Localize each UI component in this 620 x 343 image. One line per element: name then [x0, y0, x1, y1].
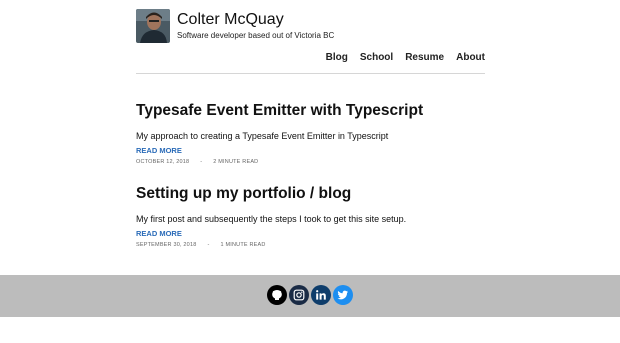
- github-icon: [271, 289, 283, 301]
- meta-separator: -: [200, 159, 203, 165]
- nav-item-blog[interactable]: Blog: [326, 52, 348, 63]
- post-excerpt: My first post and subsequently the steps…: [136, 214, 407, 224]
- post-item: Setting up my portfolio / blog My first …: [136, 185, 485, 248]
- linkedin-icon: [315, 289, 327, 301]
- twitter-icon: [337, 289, 349, 301]
- nav-item-resume[interactable]: Resume: [405, 52, 444, 63]
- main-nav: Blog School Resume About: [314, 52, 485, 63]
- post-read-time: 1 MINUTE READ: [220, 242, 266, 248]
- header-divider: [136, 73, 485, 74]
- social-links: [267, 285, 355, 305]
- post-date: SEPTEMBER 30, 2018: [136, 242, 197, 248]
- nav-item-about[interactable]: About: [456, 52, 485, 63]
- avatar[interactable]: [136, 9, 170, 43]
- post-meta: OCTOBER 12, 2018 - 2 MINUTE READ: [136, 159, 485, 165]
- post-title[interactable]: Setting up my portfolio / blog: [136, 185, 485, 203]
- github-link[interactable]: [267, 285, 287, 305]
- meta-separator: -: [207, 242, 210, 248]
- post-read-time: 2 MINUTE READ: [213, 159, 259, 165]
- site-description: Software developer based out of Victoria…: [177, 31, 335, 40]
- post-item: Typesafe Event Emitter with Typescript M…: [136, 102, 485, 165]
- post-meta: SEPTEMBER 30, 2018 - 1 MINUTE READ: [136, 242, 485, 248]
- read-more-link[interactable]: READ MORE: [136, 146, 485, 155]
- instagram-icon: [293, 289, 305, 301]
- linkedin-link[interactable]: [311, 285, 331, 305]
- post-excerpt: My approach to creating a Typesafe Event…: [136, 131, 389, 141]
- site-footer: [0, 275, 620, 317]
- site-title[interactable]: Colter McQuay: [177, 11, 284, 29]
- instagram-link[interactable]: [289, 285, 309, 305]
- read-more-link[interactable]: READ MORE: [136, 229, 485, 238]
- nav-item-school[interactable]: School: [360, 52, 393, 63]
- post-date: OCTOBER 12, 2018: [136, 159, 190, 165]
- post-title[interactable]: Typesafe Event Emitter with Typescript: [136, 102, 485, 120]
- twitter-link[interactable]: [333, 285, 353, 305]
